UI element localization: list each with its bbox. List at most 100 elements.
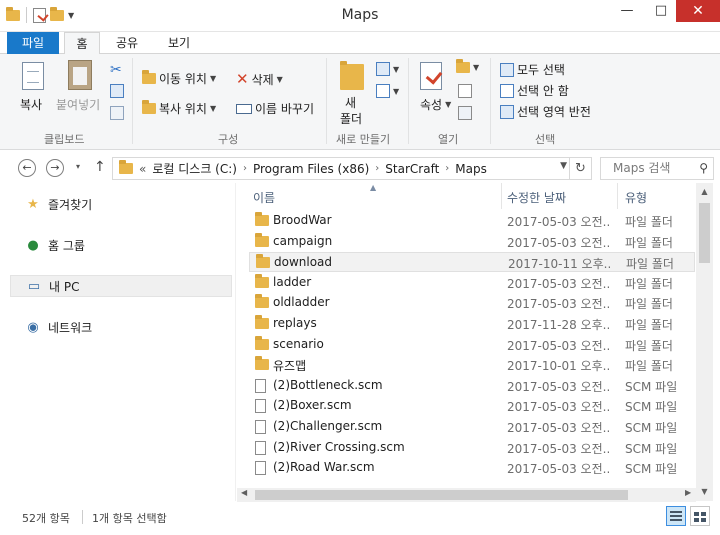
- tab-share[interactable]: 공유: [106, 32, 148, 54]
- chevron-right-icon[interactable]: ›: [243, 163, 247, 174]
- column-header-name[interactable]: 이름: [253, 189, 275, 206]
- column-divider[interactable]: [617, 183, 618, 209]
- search-input[interactable]: Maps 검색 ⚲: [600, 157, 714, 180]
- copy-path-icon[interactable]: [110, 84, 124, 98]
- scroll-thumb[interactable]: [699, 203, 710, 263]
- table-row[interactable]: 유즈맵 2017-10-01 오후... 파일 폴더: [249, 355, 695, 375]
- scroll-thumb[interactable]: [255, 490, 628, 500]
- up-button[interactable]: ↑: [94, 159, 106, 175]
- nav-item-network[interactable]: ◉ 네트워크: [10, 316, 232, 338]
- file-name: (2)Bottleneck.scm: [273, 378, 383, 392]
- invert-selection-icon: [500, 104, 514, 119]
- new-folder-icon[interactable]: [340, 61, 364, 93]
- table-row[interactable]: scenario 2017-05-03 오전... 파일 폴더: [249, 335, 695, 355]
- paste-icon[interactable]: [68, 60, 92, 90]
- open-icon[interactable]: ▼: [456, 59, 479, 73]
- scroll-down-icon[interactable]: ▼: [696, 487, 713, 496]
- clipboard-group-label: 클립보드: [44, 133, 85, 146]
- file-modified: 2017-05-03 오전...: [507, 339, 609, 353]
- folder-icon: [255, 274, 269, 291]
- breadcrumb-segment[interactable]: 로컬 디스크 (C:): [152, 160, 237, 177]
- table-row[interactable]: oldladder 2017-05-03 오전... 파일 폴더: [249, 293, 695, 313]
- large-icons-view-button[interactable]: [690, 506, 710, 526]
- tab-file[interactable]: 파일: [7, 32, 59, 54]
- copy-button[interactable]: 복사: [20, 96, 42, 113]
- new-folder-line2[interactable]: 폴더: [340, 110, 362, 127]
- select-all-button[interactable]: 모두 선택: [500, 61, 565, 78]
- file-type: 파일 폴더: [625, 277, 673, 291]
- customize-toolbar-icon[interactable]: ▼: [68, 11, 74, 20]
- copy-icon[interactable]: [22, 62, 44, 90]
- item-count: 52개 항목: [22, 512, 70, 525]
- file-type: 파일 폴더: [625, 297, 673, 311]
- breadcrumb-segment[interactable]: Program Files (x86): [253, 162, 369, 176]
- properties-icon[interactable]: [420, 62, 443, 90]
- breadcrumb-segment[interactable]: Maps: [455, 162, 487, 176]
- nav-item-homegroup[interactable]: ● 홈 그룹: [10, 234, 232, 256]
- edit-icon[interactable]: [458, 84, 472, 98]
- back-button[interactable]: ←: [18, 159, 36, 177]
- paste-shortcut-icon[interactable]: [110, 106, 124, 120]
- scroll-up-icon[interactable]: ▲: [696, 187, 713, 196]
- rename-button[interactable]: 이름 바꾸기: [236, 100, 314, 117]
- column-header-modified[interactable]: 수정한 날짜: [507, 189, 566, 206]
- invert-selection-button[interactable]: 선택 영역 반전: [500, 103, 591, 120]
- properties-label: 속성: [420, 98, 443, 112]
- nav-item-favorites[interactable]: ★ 즐겨찾기: [10, 193, 232, 215]
- address-bar[interactable]: « 로컬 디스크 (C:) › Program Files (x86) › St…: [112, 157, 592, 180]
- status-bar: 52개 항목 1개 항목 선택함: [0, 502, 720, 535]
- file-modified: 2017-05-03 오전...: [507, 297, 609, 311]
- vertical-scrollbar[interactable]: ▲ ▼: [696, 183, 713, 501]
- table-row[interactable]: (2)Boxer.scm 2017-05-03 오전... SCM 파일: [249, 396, 695, 416]
- table-row[interactable]: ladder 2017-05-03 오전... 파일 폴더: [249, 273, 695, 293]
- recent-locations-icon[interactable]: ▾: [76, 162, 80, 171]
- column-divider[interactable]: [501, 183, 502, 209]
- column-header-type[interactable]: 유형: [625, 189, 647, 206]
- tab-home[interactable]: 홈: [64, 32, 100, 55]
- refresh-icon[interactable]: ↻: [569, 158, 591, 179]
- tab-view[interactable]: 보기: [156, 32, 202, 54]
- table-row[interactable]: (2)Road War.scm 2017-05-03 오전... SCM 파일: [249, 458, 695, 478]
- chevron-right-icon[interactable]: ›: [375, 163, 379, 174]
- table-row[interactable]: (2)Bottleneck.scm 2017-05-03 오전... SCM 파일: [249, 376, 695, 396]
- nav-item-this-pc[interactable]: ▭ 내 PC: [10, 275, 232, 297]
- properties-quick-icon[interactable]: [33, 7, 49, 23]
- table-row[interactable]: (2)River Crossing.scm 2017-05-03 오전... SCM…: [249, 438, 695, 458]
- title-bar: ▼ Maps — □ ✕: [0, 0, 720, 32]
- new-item-icon[interactable]: ▼: [376, 62, 399, 76]
- horizontal-scrollbar[interactable]: ◀ ▶: [237, 488, 696, 502]
- address-history-icon[interactable]: ▼: [560, 161, 567, 171]
- easy-access-icon[interactable]: ▼: [376, 84, 399, 98]
- scroll-right-icon[interactable]: ▶: [685, 488, 691, 497]
- new-folder-line1[interactable]: 새: [345, 94, 356, 111]
- new-folder-quick-icon[interactable]: [50, 6, 64, 21]
- search-icon[interactable]: ⚲: [699, 158, 708, 179]
- forward-button[interactable]: →: [46, 159, 64, 177]
- copy-to-button[interactable]: 복사 위치 ▼: [142, 100, 216, 117]
- table-row[interactable]: campaign 2017-05-03 오전... 파일 폴더: [249, 232, 695, 252]
- minimize-button[interactable]: —: [612, 0, 642, 22]
- cut-icon[interactable]: ✂: [110, 62, 122, 78]
- address-overflow[interactable]: «: [139, 162, 146, 176]
- history-icon[interactable]: [458, 106, 472, 120]
- file-icon: [255, 399, 266, 417]
- table-row[interactable]: download 2017-10-11 오후... 파일 폴더: [249, 252, 695, 272]
- file-modified: 2017-11-28 오후...: [507, 318, 609, 332]
- properties-button[interactable]: 속성 ▼: [420, 96, 451, 113]
- chevron-right-icon[interactable]: ›: [445, 163, 449, 174]
- group-divider: [490, 58, 491, 144]
- close-button[interactable]: ✕: [676, 0, 720, 22]
- breadcrumb-segment[interactable]: StarCraft: [385, 162, 439, 176]
- homegroup-icon: ●: [27, 237, 39, 253]
- select-none-button[interactable]: 선택 안 함: [500, 82, 569, 99]
- selection-count: 1개 항목 선택함: [92, 512, 167, 525]
- scroll-left-icon[interactable]: ◀: [241, 488, 247, 497]
- move-to-button[interactable]: 이동 위치 ▼: [142, 70, 216, 87]
- table-row[interactable]: replays 2017-11-28 오후... 파일 폴더: [249, 314, 695, 334]
- maximize-button[interactable]: □: [646, 0, 676, 22]
- delete-button[interactable]: ✕ 삭제 ▼: [236, 70, 283, 88]
- table-row[interactable]: (2)Challenger.scm 2017-05-03 오전... SCM 파일: [249, 417, 695, 437]
- details-view-button[interactable]: [666, 506, 686, 526]
- paste-button[interactable]: 붙여넣기: [56, 96, 100, 113]
- table-row[interactable]: BroodWar 2017-05-03 오전... 파일 폴더: [249, 211, 695, 231]
